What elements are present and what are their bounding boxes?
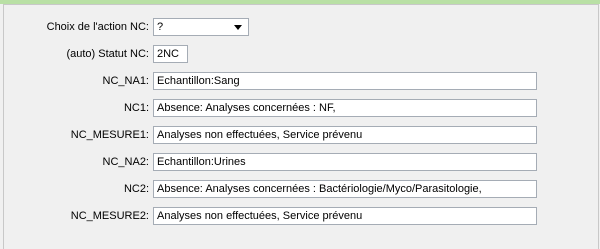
chevron-down-icon[interactable] [234,25,242,30]
nc-mesure1-value: Analyses non effectuées, Service prévenu [157,129,363,141]
nc2-field[interactable]: Absence: Analyses concernées : Bactériol… [153,180,537,198]
action-nc-value: ? [157,21,164,33]
nc1-label: NC1: [123,102,149,114]
nc-mesure1-label: NC_MESURE1: [70,129,149,141]
nc-na2-label: NC_NA2: [102,156,149,168]
nc-na2-value: Echantillon:Urines [157,156,246,168]
nc-na2-field[interactable]: Echantillon:Urines [153,153,537,171]
status-nc-value: 2NC [157,48,180,60]
nc1-value: Absence: Analyses concernées : NF, [157,102,336,114]
nc-mesure1-field[interactable]: Analyses non effectuées, Service prévenu [153,126,537,144]
nc-mesure2-field[interactable]: Analyses non effectuées, Service prévenu [153,207,537,225]
status-nc-field[interactable]: 2NC [153,45,188,63]
nc-na1-value: Echantillon:Sang [157,75,240,87]
action-nc-label: Choix de l'action NC: [46,21,149,33]
action-nc-select[interactable]: ? [153,18,249,36]
nc-mesure2-value: Analyses non effectuées, Service prévenu [157,210,363,222]
nc2-value: Absence: Analyses concernées : Bactériol… [157,183,482,195]
nc-form-panel: Choix de l'action NC: ? (auto) Statut NC… [3,4,599,249]
nc-mesure2-label: NC_MESURE2: [70,210,149,222]
nc-na1-label: NC_NA1: [102,75,149,87]
nc-na1-field[interactable]: Echantillon:Sang [153,72,537,90]
nc1-field[interactable]: Absence: Analyses concernées : NF, [153,99,537,117]
status-nc-label: (auto) Statut NC: [66,48,149,60]
nc2-label: NC2: [123,183,149,195]
